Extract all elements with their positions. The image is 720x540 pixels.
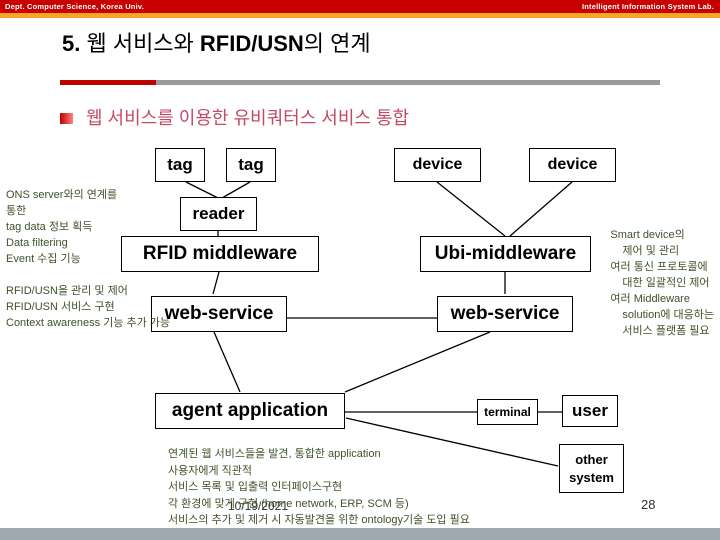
diagram-box-ubi-middleware[interactable]: Ubi-middleware	[420, 236, 591, 272]
diagram-box-device-1[interactable]: device	[394, 148, 481, 182]
box-label: tag	[167, 155, 193, 175]
note-left-bottom: RFID/USN을 관리 및 제어 RFID/USN 서비스 구현 Contex…	[6, 284, 170, 332]
note-line: RFID/USN을 관리 및 제어	[6, 285, 128, 297]
note-line: ONS server와의 연계를	[6, 189, 118, 201]
box-label: web-service	[450, 303, 560, 325]
box-label: web-service	[164, 303, 274, 325]
diagram-box-terminal[interactable]: terminal	[477, 399, 538, 425]
note-line: 여러 Middleware	[610, 292, 690, 305]
box-label: reader	[192, 204, 245, 224]
box-label-line-1: other	[575, 451, 608, 467]
diagram-box-device-2[interactable]: device	[529, 148, 616, 182]
note-line: 서비스 플랫폼 필요	[622, 324, 710, 337]
diagram-box-reader[interactable]: reader	[180, 197, 257, 231]
box-label: user	[572, 401, 608, 421]
note-bottom: 연계된 웹 서비스들을 발견, 통합한 application 사용자에게 직관…	[168, 446, 470, 529]
note-line: 사용자에게 직관적	[168, 464, 253, 477]
diagram-box-tag-1[interactable]: tag	[155, 148, 205, 182]
diagram-box-tag-2[interactable]: tag	[226, 148, 276, 182]
box-label: device	[547, 155, 598, 173]
diagram-box-agent-application[interactable]: agent application	[155, 393, 345, 429]
diagram-box-other-system[interactable]: other system	[559, 444, 624, 493]
box-label: RFID middleware	[142, 243, 298, 265]
note-line: 통한	[6, 204, 27, 217]
box-label: tag	[238, 155, 264, 175]
note-line: Context awareness 기능 추가 가능	[6, 316, 171, 329]
diagram-box-user[interactable]: user	[562, 395, 618, 427]
note-line: 대한 일괄적인 제어	[622, 276, 710, 289]
note-right: Smart device의 제어 및 관리 여러 통신 프로토콜에 대한 일괄적…	[610, 228, 714, 340]
note-line: Data filtering	[6, 236, 68, 249]
diagram-box-web-service-left[interactable]: web-service	[151, 296, 287, 332]
box-label: terminal	[484, 404, 531, 419]
note-line: tag data 정보 획득	[6, 220, 93, 233]
note-line: 연계된 웹 서비스들을 발견, 통합한 application	[168, 448, 381, 460]
note-line: Event 수집 기능	[6, 252, 81, 265]
box-label-line-2: system	[569, 469, 614, 485]
note-line: solution에 대응하는	[622, 308, 714, 321]
diagram-box-rfid-middleware[interactable]: RFID middleware	[121, 236, 319, 272]
note-line: 제어 및 관리	[622, 244, 680, 257]
note-line: 서비스의 추가 및 제거 시 자동발견을 위한 ontology기술 도입 필요	[168, 514, 470, 526]
box-label: agent application	[171, 400, 329, 422]
box-label: device	[412, 155, 463, 173]
diagram-box-web-service-right[interactable]: web-service	[437, 296, 573, 332]
note-line: 서비스 목록 및 입출력 인터페이스구현	[168, 481, 343, 493]
note-left-top: ONS server와의 연계를 통한 tag data 정보 획득 Data …	[6, 188, 117, 268]
note-line: 각 환경에 맞게 구현 (home network, ERP, SCM 등)	[168, 497, 409, 510]
note-line: Smart device의	[610, 229, 685, 241]
box-label: Ubi-middleware	[434, 243, 577, 265]
note-line: 여러 통신 프로토콜에	[610, 260, 708, 273]
note-line: RFID/USN 서비스 구현	[6, 300, 115, 313]
